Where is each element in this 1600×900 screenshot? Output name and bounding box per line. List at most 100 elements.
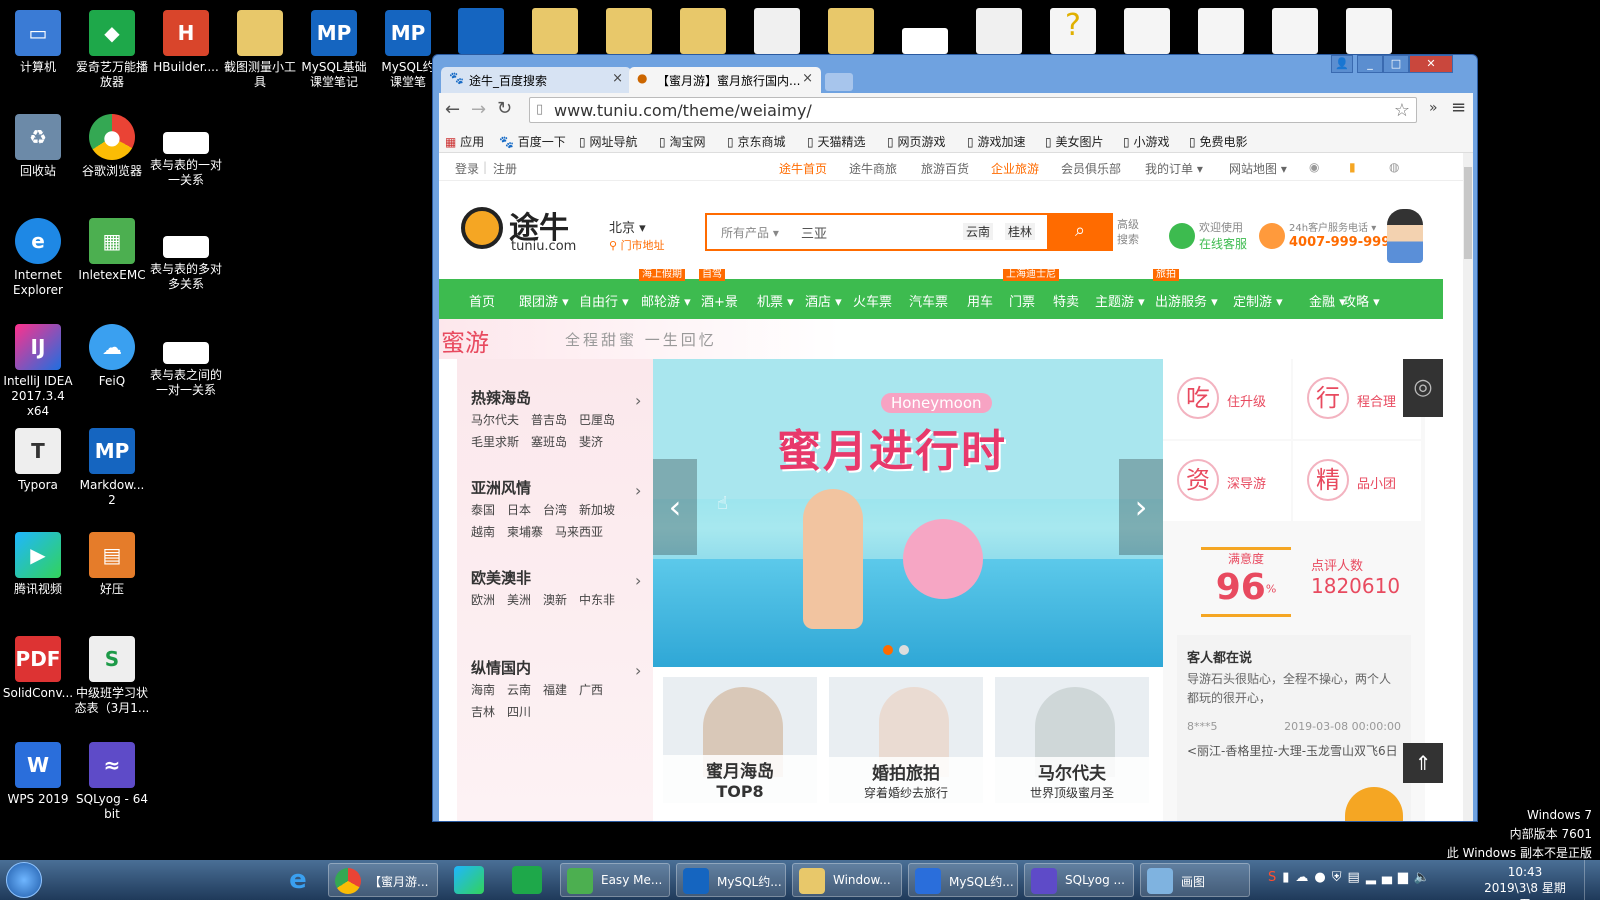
menu-group-title[interactable]: 热辣海岛: [471, 387, 531, 408]
taskbar-paint[interactable]: 画图: [1140, 863, 1250, 897]
network-icon[interactable]: ▂▄▆: [1366, 870, 1414, 885]
review-route-link[interactable]: <丽江-香格里拉-大理-玉龙雪山双飞6日: [1187, 742, 1401, 759]
forward-icon[interactable]: →: [471, 99, 486, 120]
maximize-button[interactable]: □: [1383, 55, 1409, 73]
menu-group-title[interactable]: 纵情国内: [471, 657, 531, 678]
close-window-button[interactable]: ✕: [1409, 55, 1453, 73]
nav-item[interactable]: 门票: [1009, 291, 1035, 310]
scrollbar-thumb[interactable]: [1464, 167, 1472, 259]
desktop-icon-iqiyi[interactable]: ◆ 爱奇艺万能播 放器: [74, 10, 150, 90]
advanced-search-link[interactable]: 高级 搜索: [1117, 217, 1139, 247]
desktop-icon-folder-measure[interactable]: 截图测量小工 具: [222, 10, 298, 90]
desktop-icon-intellij[interactable]: IJ IntelliJ IDEA 2017.3.4 x64: [0, 324, 76, 419]
bookmark-tmall[interactable]: ▯ 天猫精选: [807, 133, 865, 150]
tab-baidu-search[interactable]: 🐾 途牛_百度搜索 ×: [441, 67, 631, 93]
desktop-icon-sqlyog[interactable]: ≈ SQLyog - 64 bit: [74, 742, 150, 822]
search-button[interactable]: ⌕: [1047, 213, 1113, 251]
desktop-icon-feiq[interactable]: ☁ FeiQ: [74, 324, 150, 389]
blank-file-icon[interactable]: [1124, 8, 1170, 54]
feature-item[interactable]: 吃住升级: [1163, 359, 1291, 439]
carousel-dot-active[interactable]: [883, 645, 893, 655]
blank-file-icon[interactable]: [1346, 8, 1392, 54]
carousel-prev-button[interactable]: ‹: [653, 459, 697, 555]
desktop-icon-tencent-video[interactable]: ▶ 腾讯视频: [0, 532, 76, 597]
desktop-icon-doc-mton[interactable]: 表与表的多对 多关系: [148, 218, 224, 292]
taskbar-mysql-2[interactable]: MySQL约...: [908, 863, 1018, 897]
nav-item[interactable]: 机票 ▾: [757, 291, 794, 310]
folder-icon[interactable]: [680, 8, 726, 54]
nav-item[interactable]: 出游服务 ▾: [1155, 291, 1218, 310]
desktop-icon-recycle-bin[interactable]: ♻ 回收站: [0, 114, 76, 179]
desktop-icon-spreadsheet[interactable]: S 中级班学习状 态表（3月1...: [74, 636, 150, 716]
user-profile-button[interactable]: 👤: [1331, 55, 1353, 73]
folder-icon[interactable]: [532, 8, 578, 54]
city-selector[interactable]: 北京 ▾: [609, 217, 646, 236]
nav-item[interactable]: 跟团游 ▾: [519, 291, 569, 310]
taskbar-easy-me[interactable]: Easy Me...: [560, 863, 670, 897]
topnav-club-link[interactable]: 会员俱乐部: [1061, 160, 1121, 177]
nav-item[interactable]: 酒+景: [701, 291, 738, 310]
minimize-button[interactable]: _: [1357, 55, 1383, 73]
word-document-icon[interactable]: [754, 8, 800, 54]
sogou-ime-icon[interactable]: S: [1268, 870, 1282, 885]
menu-group-items[interactable]: 泰国 日本 台湾 新加坡 越南 柬埔寨 马来西亚: [471, 499, 641, 543]
desktop-icon-inletexemc[interactable]: ▦ InletexEMC: [74, 218, 150, 283]
taskbar-explorer[interactable]: Window...: [792, 863, 902, 897]
search-input[interactable]: 三亚: [801, 223, 951, 242]
desktop-icon-mysql-notes[interactable]: MP MySQL基础 课堂笔记: [296, 10, 372, 90]
show-desktop-button[interactable]: [1584, 860, 1600, 900]
taskbar-ie[interactable]: e: [282, 865, 314, 895]
topnav-home-link[interactable]: 途牛首页: [779, 160, 827, 177]
tab-close-button[interactable]: ×: [612, 71, 623, 86]
store-address-link[interactable]: ⚲ 门市地址: [609, 237, 665, 253]
bookmark-gameaccel[interactable]: ▯ 游戏加速: [967, 133, 1025, 150]
taskbar-iqiyi[interactable]: [512, 866, 542, 894]
nav-item[interactable]: 定制游 ▾: [1233, 291, 1283, 310]
word-document-icon[interactable]: [976, 8, 1022, 54]
desktop-icon-computer[interactable]: ▭ 计算机: [0, 10, 76, 75]
hero-carousel[interactable]: Honeymoon 蜜月进行时 ‹ › ☝: [653, 359, 1163, 667]
help-file-icon[interactable]: ?: [1050, 8, 1096, 54]
start-button[interactable]: [6, 862, 42, 898]
back-to-top-button[interactable]: ⇑: [1403, 743, 1443, 783]
menu-group-title[interactable]: 亚洲风情: [471, 477, 531, 498]
register-link[interactable]: 注册: [493, 160, 517, 177]
bookmark-minigames[interactable]: ▯ 小游戏: [1123, 133, 1169, 150]
tab-close-button[interactable]: ×: [802, 71, 813, 86]
topnav-mall-link[interactable]: 旅游百货: [921, 160, 969, 177]
desktop-icon-haozip[interactable]: ▤ 好压: [74, 532, 150, 597]
bookmark-apps[interactable]: ▦ 应用: [445, 133, 484, 150]
markdown-file-icon[interactable]: [458, 8, 504, 54]
overflow-chevron-icon[interactable]: »: [1429, 100, 1438, 116]
search-hint-guilin[interactable]: 桂林: [1005, 223, 1036, 240]
menu-group-items[interactable]: 海南 云南 福建 广西 吉林 四川: [471, 679, 641, 723]
volume-icon[interactable]: 🔈: [1414, 870, 1436, 885]
carousel-dot[interactable]: [899, 645, 909, 655]
address-bar[interactable]: ▯ www.tuniu.com/theme/weiaimy/ ☆: [529, 97, 1417, 123]
taskbar-tencent-video[interactable]: [454, 866, 484, 894]
site-logo[interactable]: 途牛 tuniu.com: [461, 203, 581, 259]
nav-item[interactable]: 火车票: [853, 291, 892, 310]
bookmark-taobao[interactable]: ▯ 淘宝网: [659, 133, 705, 150]
tray-feiq-icon[interactable]: ☁: [1295, 870, 1314, 885]
bookmark-webgames[interactable]: ▯ 网页游戏: [887, 133, 945, 150]
feature-item[interactable]: 资深导游: [1163, 441, 1291, 521]
search-hint-yunnan[interactable]: 云南: [963, 223, 994, 240]
bookmark-jd[interactable]: ▯ 京东商城: [727, 133, 785, 150]
desktop-icon-chrome[interactable]: ● 谷歌浏览器: [74, 114, 150, 179]
promo-card-wedding[interactable]: 婚拍旅拍 穿着婚纱去旅行: [829, 677, 983, 803]
page-scrollbar[interactable]: [1463, 153, 1473, 821]
desktop-icon-doc-1to1[interactable]: 表与表的一对 一关系: [148, 114, 224, 188]
bookmark-movies[interactable]: ▯ 免费电影: [1189, 133, 1247, 150]
online-service[interactable]: 欢迎使用 在线客服: [1169, 219, 1259, 255]
reload-icon[interactable]: ↻: [497, 98, 512, 119]
mobile-icon[interactable]: ▮: [1349, 160, 1356, 174]
tray-security-icon[interactable]: ⛨: [1332, 870, 1348, 885]
menu-group-items[interactable]: 马尔代夫 普吉岛 巴厘岛 毛里求斯 塞班岛 斐济: [471, 409, 641, 453]
taskbar-mysql-1[interactable]: MySQL约...: [676, 863, 786, 897]
menu-group-title[interactable]: 欧美澳非: [471, 567, 531, 588]
topnav-sitemap-link[interactable]: 网站地图 ▾: [1229, 160, 1287, 177]
login-link[interactable]: 登录: [455, 160, 479, 177]
nav-item[interactable]: 邮轮游 ▾: [641, 291, 691, 310]
bookmark-nav[interactable]: ▯ 网址导航: [579, 133, 637, 150]
